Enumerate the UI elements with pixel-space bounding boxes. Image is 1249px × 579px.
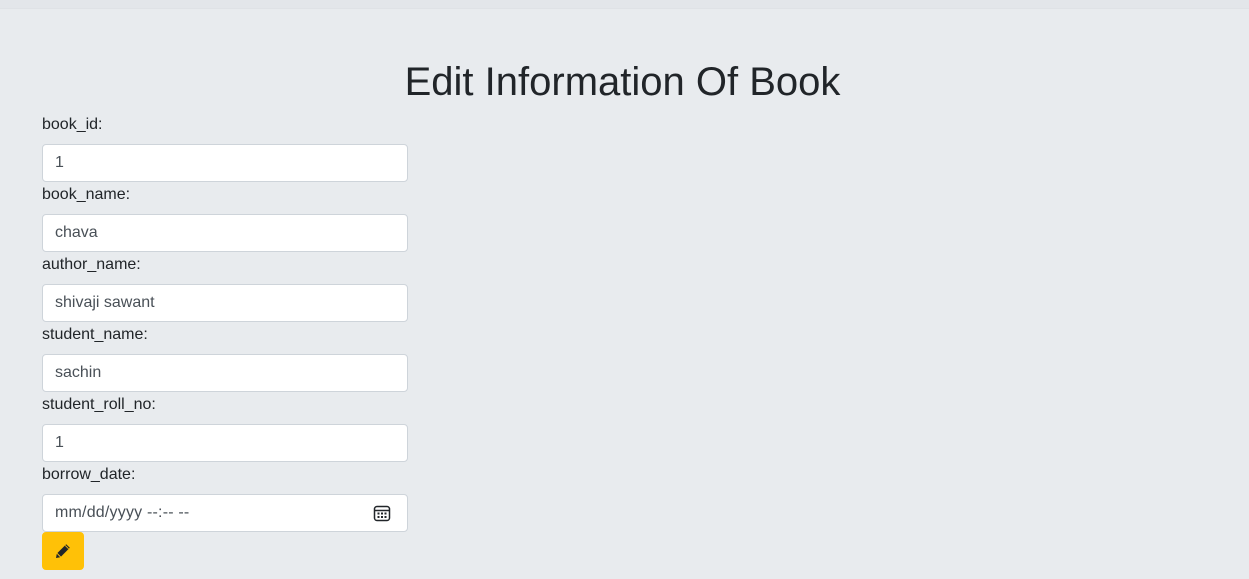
book-id-label: book_id:	[42, 116, 103, 133]
student-roll-no-label: student_roll_no:	[42, 396, 156, 413]
calendar-icon[interactable]	[373, 504, 391, 522]
field-book-name: book_name:	[42, 184, 408, 254]
update-button[interactable]	[42, 532, 84, 570]
field-student-name: student_name:	[42, 324, 408, 394]
borrow-date-input[interactable]: mm/dd/yyyy --:-- --	[42, 494, 408, 532]
borrow-date-label: borrow_date:	[42, 466, 136, 483]
field-book-id: book_id:	[42, 114, 408, 184]
book-id-input[interactable]	[42, 144, 408, 182]
borrow-date-placeholder: mm/dd/yyyy --:-- --	[55, 504, 190, 521]
field-author-name: author_name:	[42, 254, 408, 324]
edit-book-form: book_id: book_name: author_name: student…	[42, 114, 408, 534]
page-title: Edit Information Of Book	[404, 60, 841, 104]
field-student-roll-no: student_roll_no:	[42, 394, 408, 464]
top-navbar-edge	[0, 0, 1249, 9]
field-borrow-date: borrow_date: mm/dd/yyyy --:-- --	[42, 464, 408, 534]
student-roll-no-input[interactable]	[42, 424, 408, 462]
pencil-icon	[54, 542, 72, 560]
author-name-input[interactable]	[42, 284, 408, 322]
student-name-label: student_name:	[42, 326, 148, 343]
author-name-label: author_name:	[42, 256, 141, 273]
student-name-input[interactable]	[42, 354, 408, 392]
book-name-label: book_name:	[42, 186, 131, 203]
book-name-input[interactable]	[42, 214, 408, 252]
